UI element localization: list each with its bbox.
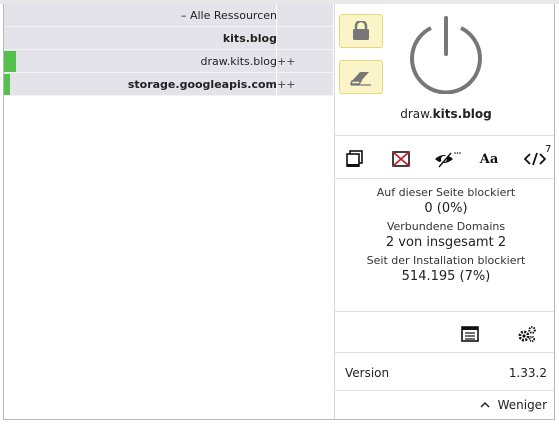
domain-mark: ++ xyxy=(277,55,296,68)
domain-name: storage.googleapis.com xyxy=(127,78,277,91)
media-icon xyxy=(392,151,410,167)
all-resources-label: – Alle Ressourcen xyxy=(180,9,277,22)
no-popups-toggle[interactable] xyxy=(345,146,365,172)
connected-domains-label: Verbundene Domains xyxy=(386,220,506,233)
hostname-domain: kits.blog xyxy=(432,107,492,121)
gears-icon xyxy=(518,326,536,343)
column-divider xyxy=(276,27,277,50)
domain-row[interactable]: storage.googleapis.com ++ xyxy=(4,73,333,96)
revert-rules-button[interactable] xyxy=(339,60,383,94)
column-divider xyxy=(276,4,277,27)
no-scripting-toggle[interactable]: 7 xyxy=(521,144,552,172)
ublock-popup: – Alle Ressourcen kits.blog draw.kits.bl… xyxy=(3,4,555,420)
eraser-icon xyxy=(350,72,371,86)
script-count: 7 xyxy=(545,144,552,155)
eye-slash-icon xyxy=(435,151,461,168)
connected-domains-value: 2 von insgesamt 2 xyxy=(385,235,507,250)
show-less-button[interactable]: Weniger xyxy=(480,398,547,412)
chevron-up-icon xyxy=(480,401,490,408)
domain-row[interactable]: draw.kits.blog ++ xyxy=(4,50,333,73)
logger-button[interactable] xyxy=(461,326,479,346)
blocked-page-label: Auf dieser Seite blockiert xyxy=(376,186,516,199)
no-media-toggle[interactable] xyxy=(391,146,411,172)
version-row: Version 1.33.2 xyxy=(335,356,554,392)
version-value: 1.33.2 xyxy=(508,366,547,380)
show-less-label: Weniger xyxy=(497,398,547,412)
domain-name: draw.kits.blog xyxy=(200,55,277,68)
divider xyxy=(335,178,554,179)
hostname-subdomain: draw. xyxy=(400,107,433,121)
no-remote-fonts-toggle[interactable]: Aa xyxy=(478,146,500,172)
request-bar xyxy=(4,74,10,95)
all-resources-row[interactable]: – Alle Ressourcen xyxy=(4,4,333,27)
version-label: Version xyxy=(345,366,390,380)
save-rules-button[interactable] xyxy=(339,14,383,48)
popup-icon xyxy=(346,150,363,167)
no-cosmetic-filtering-toggle[interactable] xyxy=(433,146,463,172)
domain-mark: ++ xyxy=(277,78,296,91)
blocked-since-install-label: Seit der Installation blockiert xyxy=(366,254,526,267)
request-bar xyxy=(4,51,16,72)
code-icon xyxy=(524,152,546,166)
logger-icon xyxy=(461,326,479,342)
divider xyxy=(335,311,554,312)
divider xyxy=(335,135,554,136)
lock-icon xyxy=(353,21,369,40)
power-icon xyxy=(410,16,482,95)
tools-row: Aa 7 xyxy=(335,140,554,178)
fonts-icon: Aa xyxy=(479,151,499,167)
divider xyxy=(335,390,554,391)
stats-section: Auf dieser Seite blockiert 0 (0%) Verbun… xyxy=(335,186,554,288)
domain-row[interactable]: kits.blog xyxy=(4,27,333,50)
blocked-page-value: 0 (0%) xyxy=(424,201,468,216)
page-hostname: draw.kits.blog xyxy=(335,107,554,121)
domain-name: kits.blog xyxy=(222,32,277,45)
power-switch[interactable] xyxy=(405,12,487,95)
main-panel: draw.kits.blog Aa 7 Auf dieser Seite blo… xyxy=(334,4,554,419)
divider xyxy=(335,352,554,353)
actions-row xyxy=(335,314,554,354)
dashboard-button[interactable] xyxy=(517,325,537,347)
blocked-since-install-value: 514.195 (7%) xyxy=(401,269,491,284)
firewall-pane: – Alle Ressourcen kits.blog draw.kits.bl… xyxy=(4,4,333,104)
